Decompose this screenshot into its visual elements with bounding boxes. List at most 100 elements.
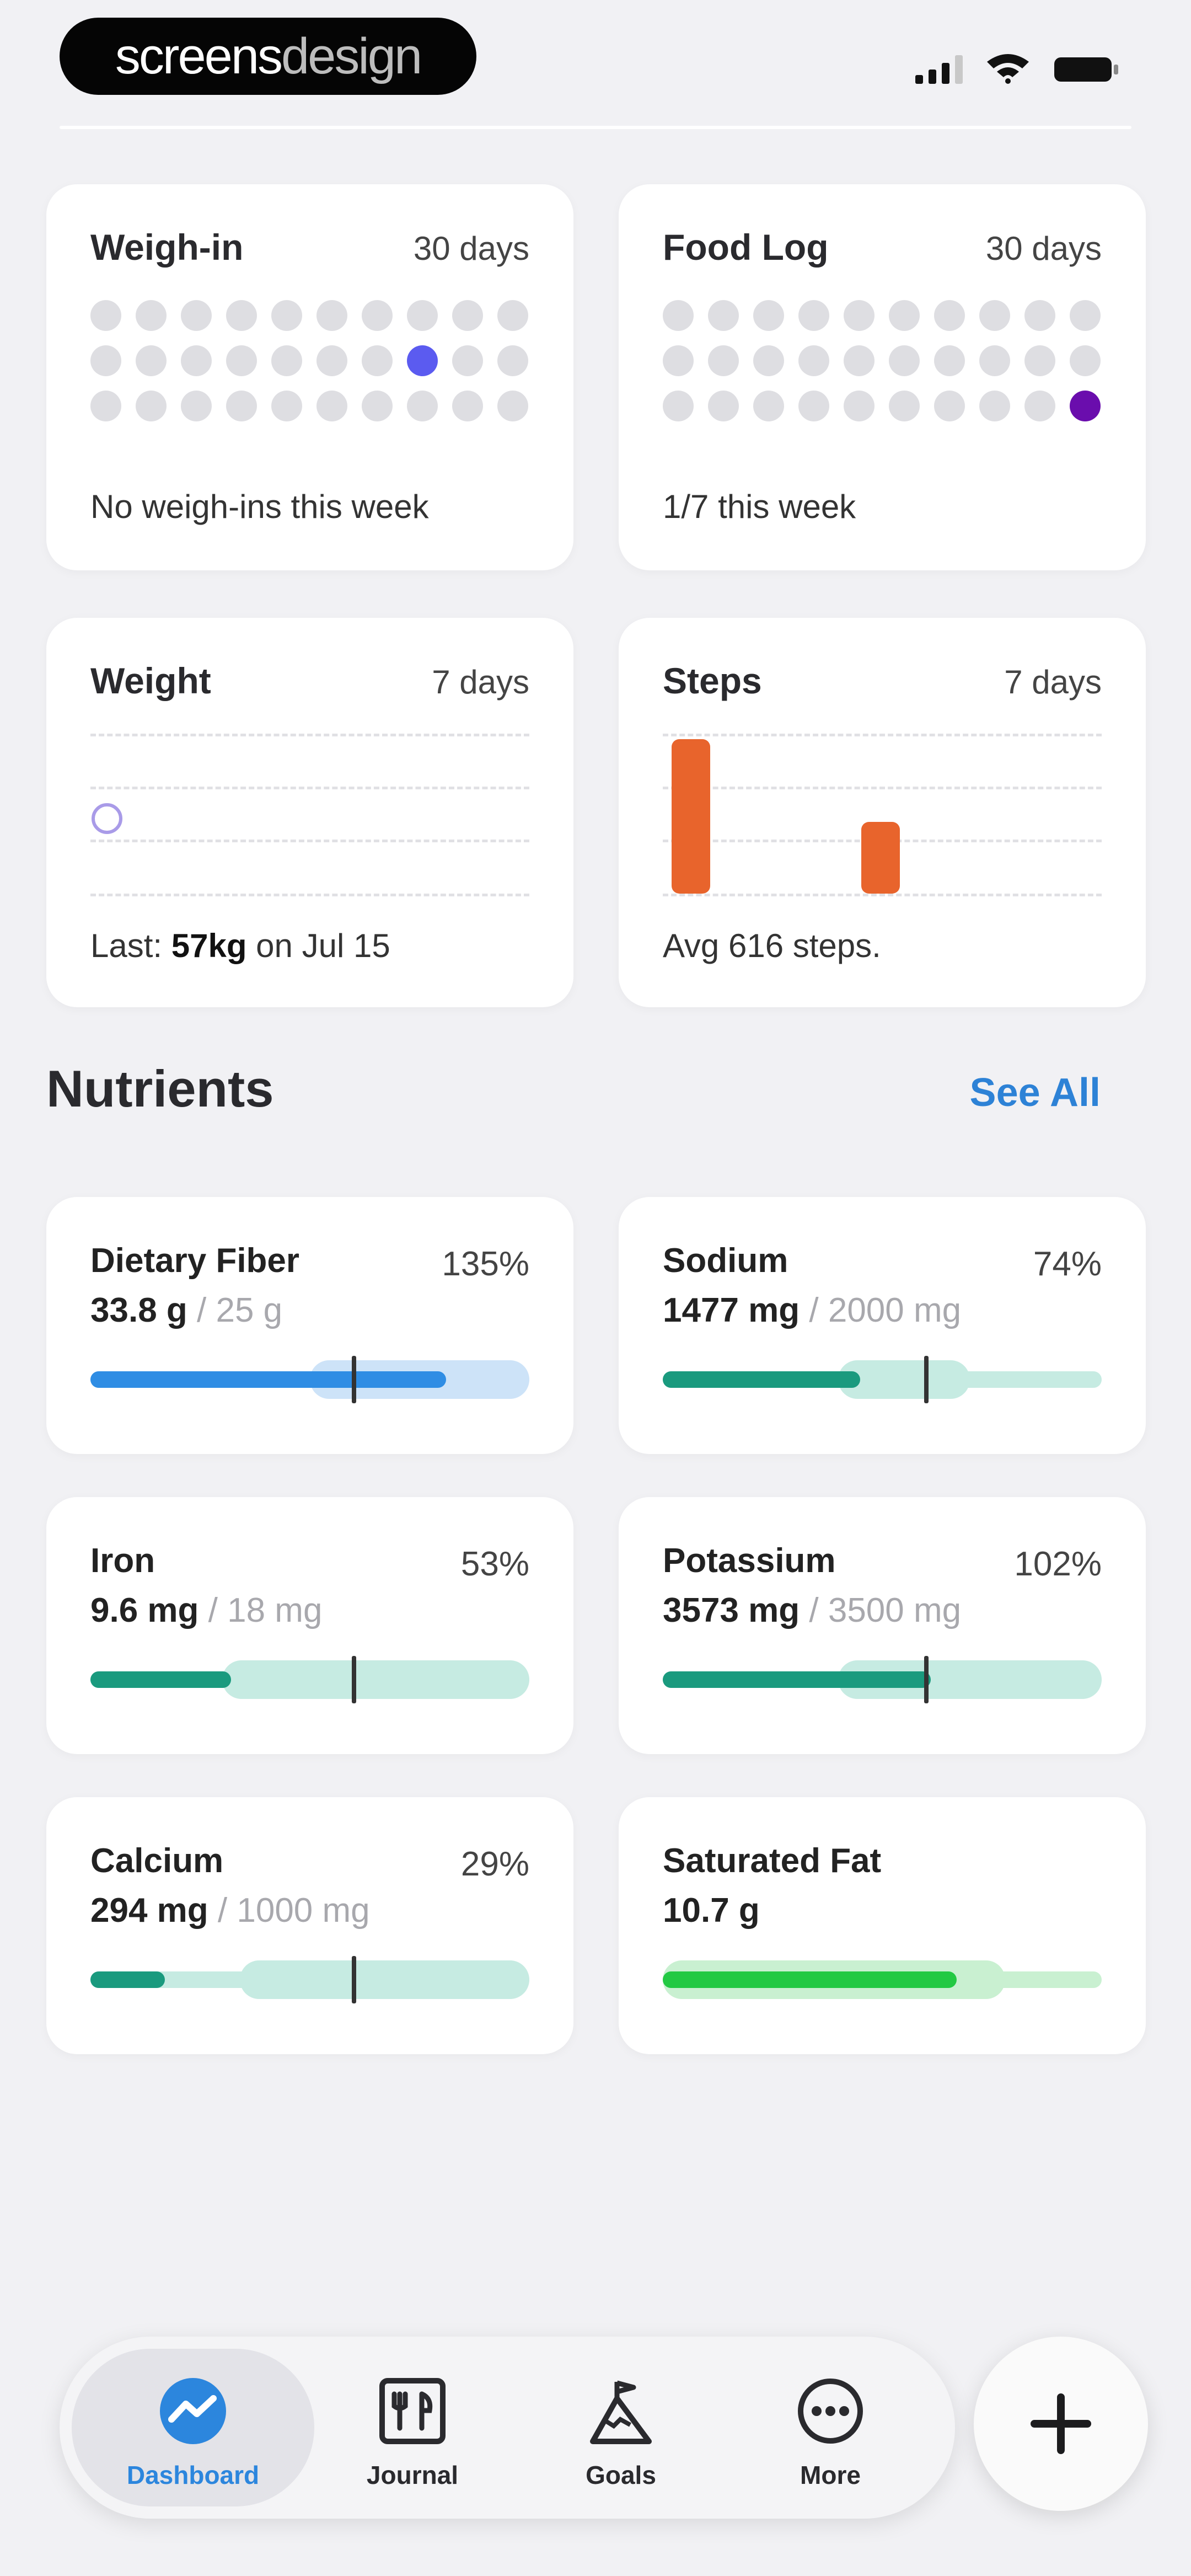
day-dot <box>889 391 920 421</box>
dashboard-icon <box>160 2378 226 2444</box>
nutrient-amount: 10.7 g <box>663 1891 760 1930</box>
nutrient-card-saturated-fat[interactable]: Saturated Fat 10.7 g <box>619 1797 1146 2054</box>
card-period: 7 days <box>432 664 529 701</box>
grid-line <box>663 787 1102 789</box>
nutrient-card-iron[interactable]: Iron 53% 9.6 mg / 18 mg <box>46 1497 573 1754</box>
add-button[interactable] <box>974 2337 1148 2511</box>
tab-label: Dashboard <box>126 2461 260 2489</box>
amount-value: 33.8 g <box>90 1291 187 1329</box>
day-dot <box>1070 345 1101 376</box>
amount-goal: 2000 mg <box>828 1291 962 1329</box>
nutrient-progress-fill <box>90 1371 446 1388</box>
nutrient-progress-fill <box>663 1371 861 1388</box>
nutrient-percent: 53% <box>460 1545 529 1583</box>
amount-goal: 1000 mg <box>237 1891 370 1930</box>
day-dot <box>844 300 875 331</box>
card-title: Weight <box>90 660 211 701</box>
day-dot <box>663 300 694 331</box>
nutrient-progress-track <box>663 1656 1102 1703</box>
tab-dashboard[interactable]: Dashboard <box>72 2349 314 2506</box>
card-title: Steps <box>663 660 762 701</box>
nutrient-name: Calcium <box>90 1842 224 1880</box>
nutrient-card-potassium[interactable]: Potassium 102% 3573 mg / 3500 mg <box>619 1497 1146 1754</box>
nutrient-card-sodium[interactable]: Sodium 74% 1477 mg / 2000 mg <box>619 1197 1146 1454</box>
tab-journal[interactable]: Journal <box>302 2349 523 2506</box>
day-dot <box>362 391 393 421</box>
food-log-card[interactable]: Food Log 30 days 1/7 this week <box>619 184 1146 570</box>
steps-card[interactable]: Steps 7 days Avg 616 steps. <box>619 618 1146 1007</box>
day-dot <box>452 300 483 331</box>
nutrient-progress-track <box>663 1356 1102 1403</box>
nutrient-progress-track <box>90 1656 529 1703</box>
nutrient-card-dietary-fiber[interactable]: Dietary Fiber 135% 33.8 g / 25 g <box>46 1197 573 1454</box>
nutrient-percent: 135% <box>442 1245 529 1283</box>
amount-goal: 18 mg <box>227 1591 323 1629</box>
grid-line <box>90 734 529 736</box>
day-dot <box>407 300 438 331</box>
tab-bar: Dashboard Journal Goals More <box>60 2337 955 2519</box>
day-dot <box>798 300 829 331</box>
day-dot <box>979 300 1010 331</box>
brand-badge: screensdesign <box>60 18 476 95</box>
tab-label: Journal <box>366 2461 459 2489</box>
day-dot <box>934 391 965 421</box>
day-dot <box>90 345 121 376</box>
goals-icon <box>590 2380 652 2444</box>
wifi-icon <box>987 54 1029 84</box>
plus-icon <box>1031 2393 1091 2454</box>
amount-value: 1477 mg <box>663 1291 800 1329</box>
card-footer: Last: 57kg on Jul 15 <box>90 927 390 965</box>
day-dot <box>663 345 694 376</box>
food-log-dot-grid <box>663 300 1101 421</box>
day-dot <box>708 300 739 331</box>
day-dot <box>934 300 965 331</box>
day-dot <box>181 391 212 421</box>
day-dot <box>708 345 739 376</box>
tab-goals[interactable]: Goals <box>511 2349 731 2506</box>
amount-goal: 3500 mg <box>828 1591 962 1629</box>
day-dot <box>452 391 483 421</box>
day-dot <box>136 391 167 421</box>
grid-line <box>663 734 1102 736</box>
day-dot <box>452 345 483 376</box>
nutrient-name: Sodium <box>663 1242 788 1280</box>
steps-bar <box>861 822 900 894</box>
day-dot <box>136 345 167 376</box>
card-title: Weigh-in <box>90 227 244 268</box>
day-dot <box>226 300 257 331</box>
see-all-link[interactable]: See All <box>970 1070 1101 1115</box>
goal-marker <box>924 1656 929 1703</box>
weigh-in-card[interactable]: Weigh-in 30 days No weigh-ins this week <box>46 184 573 570</box>
day-dot <box>1070 300 1101 331</box>
card-footer: Avg 616 steps. <box>663 927 881 964</box>
day-dot-active <box>1070 391 1101 421</box>
grid-line <box>90 840 529 842</box>
battery-icon <box>1054 57 1118 82</box>
day-dot-active <box>407 345 438 376</box>
card-footer: 1/7 this week <box>663 488 856 525</box>
day-dot <box>753 391 784 421</box>
nutrient-name: Dietary Fiber <box>90 1242 300 1280</box>
nutrient-card-calcium[interactable]: Calcium 29% 294 mg / 1000 mg <box>46 1797 573 2054</box>
card-footer: No weigh-ins this week <box>90 488 429 525</box>
weight-card[interactable]: Weight 7 days Last: 57kg on Jul 15 <box>46 618 573 1007</box>
grid-line <box>90 787 529 789</box>
footer-value: 57kg <box>171 927 247 964</box>
day-dot <box>316 391 347 421</box>
brand-text-part2: design <box>281 28 422 84</box>
day-dot <box>889 300 920 331</box>
day-dot <box>271 345 302 376</box>
brand-text-part1: screens <box>115 28 283 84</box>
nutrient-progress-fill <box>663 1971 957 1988</box>
nutrient-progress-track <box>90 1356 529 1403</box>
status-icons <box>915 51 1119 84</box>
card-title: Food Log <box>663 227 829 268</box>
day-dot <box>663 391 694 421</box>
amount-goal: 25 g <box>216 1291 283 1329</box>
nutrient-amount: 33.8 g / 25 g <box>90 1291 283 1329</box>
tab-more[interactable]: More <box>720 2349 941 2506</box>
amount-value: 294 mg <box>90 1891 208 1930</box>
day-dot <box>362 300 393 331</box>
day-dot <box>979 391 1010 421</box>
day-dot <box>753 345 784 376</box>
